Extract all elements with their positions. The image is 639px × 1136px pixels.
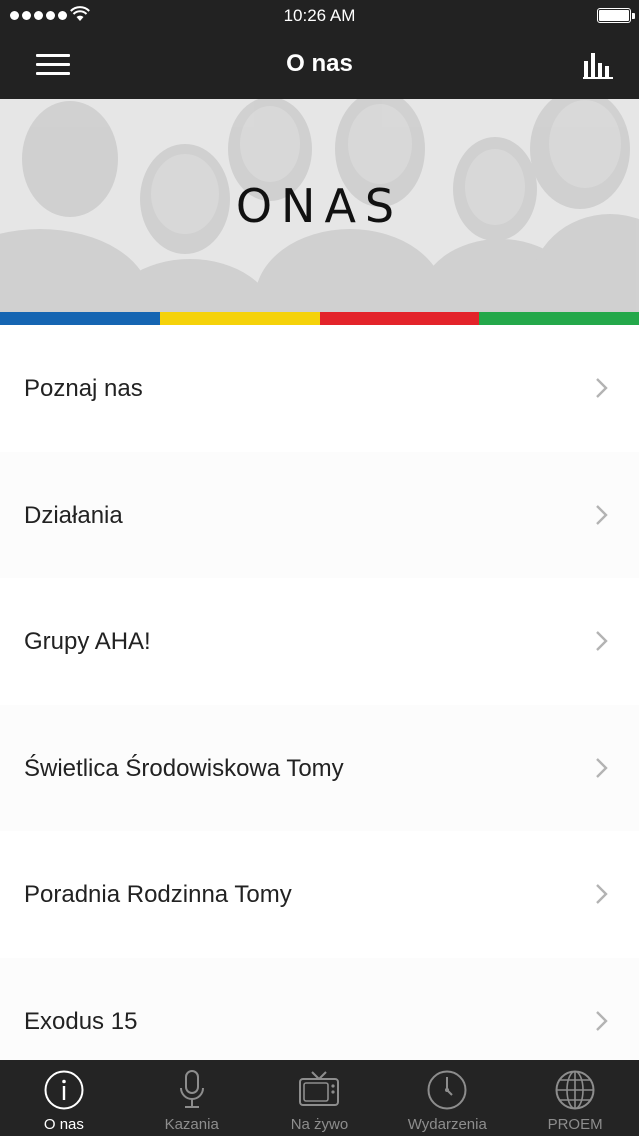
chevron-right-icon — [596, 504, 608, 525]
status-time: 10:26 AM — [283, 6, 356, 25]
tab-kazania[interactable]: Kazania — [128, 1060, 256, 1136]
tv-icon — [299, 1071, 340, 1106]
list-item-poznaj-nas[interactable]: Poznaj nas — [0, 325, 639, 452]
tab-o-nas[interactable]: O nas — [0, 1060, 128, 1136]
tab-label: Na żywo — [290, 1116, 349, 1133]
tab-bar: O nas Kazania Na żywo Wydarzenia PROEM — [0, 1060, 639, 1136]
tab-label: O nas — [43, 1116, 84, 1133]
color-stripe — [0, 312, 639, 325]
tab-wydarzenia[interactable]: Wydarzenia — [383, 1060, 511, 1136]
chevron-right-icon — [596, 378, 608, 398]
page-title: O nas — [286, 50, 353, 77]
list-item-label: Exodus 15 — [24, 1007, 138, 1035]
tab-na-zywo[interactable]: Na żywo — [256, 1060, 384, 1136]
hero-heading: ONAS — [235, 179, 404, 233]
battery-icon — [597, 8, 635, 23]
navigation-bar: O nas — [0, 34, 639, 99]
tab-proem[interactable]: PROEM — [511, 1060, 639, 1136]
stripe-green — [479, 312, 639, 325]
stripe-red — [319, 312, 480, 325]
list-item-label: Świetlica Środowiskowa Tomy — [24, 754, 344, 782]
stripe-blue — [0, 312, 160, 325]
chevron-right-icon — [596, 884, 608, 905]
info-icon — [44, 1070, 84, 1110]
list-item-grupy-aha[interactable]: Grupy AHA! — [0, 578, 639, 705]
list-item-label: Poradnia Rodzinna Tomy — [24, 881, 292, 909]
globe-icon — [555, 1070, 595, 1110]
menu-list: Poznaj nas Działania Grupy AHA! Świetlic… — [0, 325, 639, 1085]
status-bar: 10:26 AM — [0, 0, 639, 34]
stripe-yellow — [159, 312, 320, 325]
chevron-right-icon — [596, 631, 608, 652]
list-item-poradnia[interactable]: Poradnia Rodzinna Tomy — [0, 831, 639, 958]
tab-label: PROEM — [547, 1116, 603, 1133]
list-item-swietlica[interactable]: Świetlica Środowiskowa Tomy — [0, 704, 639, 832]
list-item-label: Poznaj nas — [24, 375, 143, 402]
tab-label: Wydarzenia — [407, 1116, 487, 1133]
chevron-right-icon — [596, 1011, 608, 1031]
hero-banner: ONAS — [0, 99, 639, 312]
list-item-dzialania[interactable]: Działania — [0, 451, 639, 579]
chevron-right-icon — [596, 757, 608, 778]
list-item-label: Grupy AHA! — [24, 628, 151, 656]
clock-icon — [427, 1070, 467, 1110]
microphone-icon — [179, 1070, 204, 1108]
bar-chart-icon[interactable] — [583, 51, 613, 79]
tab-label: Kazania — [164, 1116, 219, 1133]
list-item-label: Działania — [24, 501, 123, 529]
